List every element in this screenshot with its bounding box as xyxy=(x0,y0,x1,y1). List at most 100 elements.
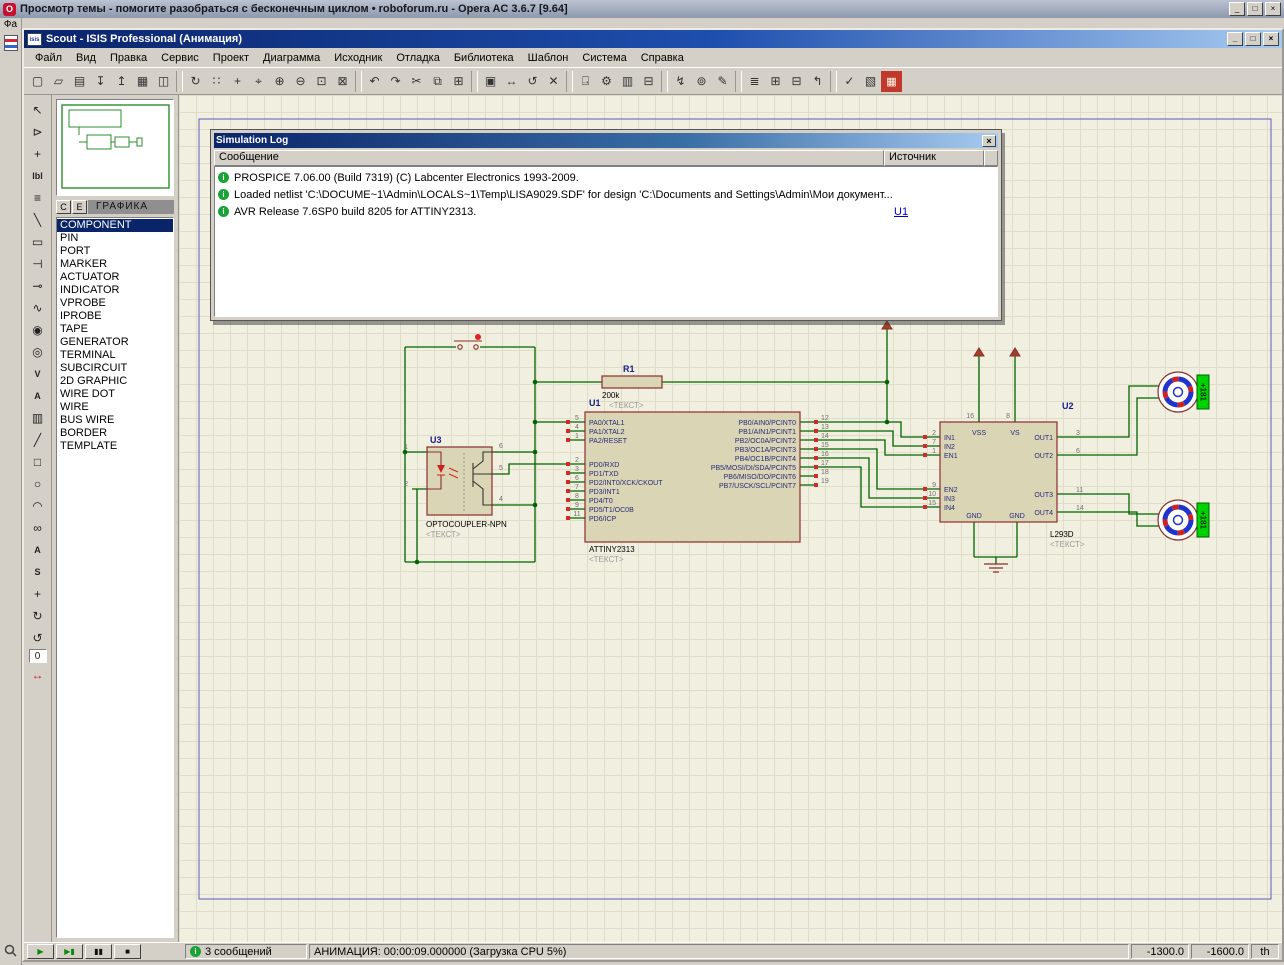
menu-item[interactable]: Исходник xyxy=(327,50,389,66)
2d-box-icon[interactable]: □ xyxy=(27,451,49,472)
undo-icon[interactable]: ↶ xyxy=(364,71,385,92)
exit-to-parent-icon[interactable]: ↰ xyxy=(807,71,828,92)
ground-terminal-icon[interactable] xyxy=(984,564,1008,572)
menu-item[interactable]: Правка xyxy=(103,50,154,66)
zoom-in-icon[interactable]: ⊕ xyxy=(269,71,290,92)
log-row[interactable]: i PROSPICE 7.06.00 (Build 7319) (C) Labc… xyxy=(215,169,997,186)
object-list-item[interactable]: TEMPLATE xyxy=(57,440,173,453)
menu-item[interactable]: Шаблон xyxy=(521,50,576,66)
zoom-out-icon[interactable]: ⊖ xyxy=(290,71,311,92)
component-u2[interactable]: U2 L293D <ТЕКСТ> 2 7 1 9 10 15 IN1 IN2 E… xyxy=(928,401,1085,549)
close-icon[interactable]: × xyxy=(982,135,996,147)
paste-icon[interactable]: ⊞ xyxy=(448,71,469,92)
export-icon[interactable]: ↥ xyxy=(111,71,132,92)
rotate-cw-icon[interactable]: ↻ xyxy=(27,605,49,626)
stop-button[interactable]: ■ xyxy=(114,944,141,959)
block-move-icon[interactable]: ↔ xyxy=(501,71,522,92)
search-tag-icon[interactable]: ⊚ xyxy=(691,71,712,92)
instruments-icon[interactable]: ▥ xyxy=(27,407,49,428)
log-source-link[interactable]: U1 xyxy=(894,206,994,218)
2d-path-icon[interactable]: ∞ xyxy=(27,517,49,538)
object-list-item[interactable]: INDICATOR xyxy=(57,284,173,297)
subcircuit-icon[interactable]: ▭ xyxy=(27,231,49,252)
open-folder-icon[interactable]: ▱ xyxy=(48,71,69,92)
block-rotate-icon[interactable]: ↺ xyxy=(522,71,543,92)
mirror-x-icon[interactable]: ↔ xyxy=(27,664,49,685)
object-list-item[interactable]: TAPE xyxy=(57,323,173,336)
maximize-button[interactable]: □ xyxy=(1247,2,1263,16)
zoom-status-icon[interactable] xyxy=(4,944,17,960)
object-list-item[interactable]: BUS WIRE xyxy=(57,414,173,427)
angle-display[interactable]: 0 xyxy=(29,649,47,663)
autorouter-icon[interactable]: ↯ xyxy=(670,71,691,92)
erc-icon[interactable]: ✓ xyxy=(839,71,860,92)
mark-region-icon[interactable]: ◫ xyxy=(153,71,174,92)
device-pin-icon[interactable]: ⊸ xyxy=(27,275,49,296)
object-list-item[interactable]: PORT xyxy=(57,245,173,258)
simulation-log-titlebar[interactable]: Simulation Log × xyxy=(214,133,998,148)
menu-item[interactable]: Отладка xyxy=(389,50,446,66)
2d-line-icon[interactable]: ╱ xyxy=(27,429,49,450)
redo-icon[interactable]: ↷ xyxy=(385,71,406,92)
object-list-item[interactable]: 2D GRAPHIC xyxy=(57,375,173,388)
object-list-item[interactable]: VPROBE xyxy=(57,297,173,310)
object-list-item[interactable]: BORDER xyxy=(57,427,173,440)
grid-icon[interactable]: ∷ xyxy=(206,71,227,92)
copy-icon[interactable]: ⧉ xyxy=(427,71,448,92)
close-button[interactable]: × xyxy=(1263,32,1279,46)
menu-item[interactable]: Библиотека xyxy=(447,50,521,66)
wire-label-icon[interactable]: lbl xyxy=(27,165,49,186)
decompose-icon[interactable]: ⊟ xyxy=(638,71,659,92)
object-list-item[interactable]: ACTUATOR xyxy=(57,271,173,284)
new-file-icon[interactable]: ▢ xyxy=(27,71,48,92)
menu-item[interactable]: Диаграмма xyxy=(256,50,327,66)
selector-button-c[interactable]: C xyxy=(56,200,71,214)
object-list-item[interactable]: IPROBE xyxy=(57,310,173,323)
minimize-button[interactable]: _ xyxy=(1227,32,1243,46)
current-probe-icon[interactable]: A xyxy=(27,385,49,406)
log-row[interactable]: i AVR Release 7.6SP0 build 8205 for ATTI… xyxy=(215,203,997,220)
block-delete-icon[interactable]: ✕ xyxy=(543,71,564,92)
zoom-area-icon[interactable]: ⊡ xyxy=(311,71,332,92)
design-explorer-icon[interactable]: ≣ xyxy=(744,71,765,92)
selection-mode-icon[interactable]: ↖ xyxy=(27,99,49,120)
motor-1[interactable]: +181 xyxy=(1158,372,1209,412)
step-button[interactable]: ▶▮ xyxy=(56,944,83,959)
status-message-cell[interactable]: i 3 сообщений xyxy=(185,944,307,959)
schematic-canvas[interactable]: R1 200k <ТЕКСТ> 1 2 6 xyxy=(179,95,1282,942)
component-u1[interactable]: U1 ATTINY2313 <ТЕКСТ> 5 4 1 2 3 6 7 8 9 … xyxy=(573,398,829,564)
object-list-item[interactable]: MARKER xyxy=(57,258,173,271)
overview-preview[interactable] xyxy=(56,99,174,196)
maximize-button[interactable]: □ xyxy=(1245,32,1261,46)
redraw-icon[interactable]: ↻ xyxy=(185,71,206,92)
text-script-icon[interactable]: ≡ xyxy=(27,187,49,208)
power-terminal-icon[interactable] xyxy=(882,321,1020,356)
object-list-item[interactable]: PIN xyxy=(57,232,173,245)
2d-circle-icon[interactable]: ○ xyxy=(27,473,49,494)
motor-2[interactable]: +181 xyxy=(1158,500,1209,540)
junction-dot-icon[interactable]: + xyxy=(27,143,49,164)
make-device-icon[interactable]: ⚙ xyxy=(596,71,617,92)
save-icon[interactable]: ▤ xyxy=(69,71,90,92)
close-button[interactable]: × xyxy=(1265,2,1281,16)
bus-icon[interactable]: ╲ xyxy=(27,209,49,230)
menu-item[interactable]: Проект xyxy=(206,50,256,66)
netlist-icon[interactable]: ▧ xyxy=(860,71,881,92)
object-list-item[interactable]: WIRE DOT xyxy=(57,388,173,401)
graph-icon[interactable]: ∿ xyxy=(27,297,49,318)
pause-button[interactable]: ▮▮ xyxy=(85,944,112,959)
menu-item[interactable]: Справка xyxy=(634,50,691,66)
2d-text-icon[interactable]: A xyxy=(27,539,49,560)
print-icon[interactable]: ▦ xyxy=(132,71,153,92)
log-column-source[interactable]: Источник xyxy=(884,150,984,166)
packaging-icon[interactable]: ▥ xyxy=(617,71,638,92)
push-button[interactable] xyxy=(454,334,482,349)
object-list-item[interactable]: GENERATOR xyxy=(57,336,173,349)
block-copy-icon[interactable]: ▣ xyxy=(480,71,501,92)
opera-titlebar[interactable]: O Просмотр темы - помогите разобраться с… xyxy=(0,0,1284,18)
isis-titlebar[interactable]: isis Scout - ISIS Professional (Анимация… xyxy=(24,30,1282,48)
2d-marker-icon[interactable]: + xyxy=(27,583,49,604)
property-tool-icon[interactable]: ✎ xyxy=(712,71,733,92)
log-column-message[interactable]: Сообщение xyxy=(214,150,884,166)
opera-document-icon[interactable] xyxy=(4,35,18,51)
